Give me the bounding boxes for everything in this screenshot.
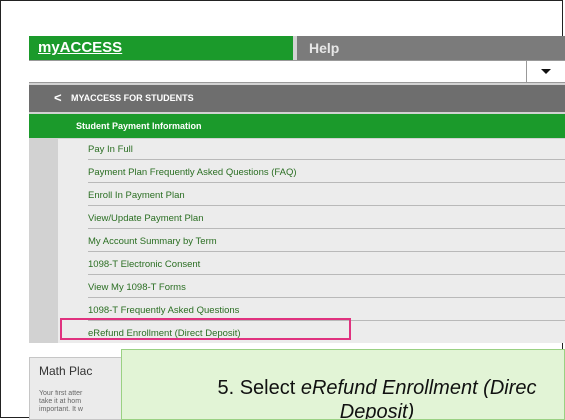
menu-header-label: MYACCESS FOR STUDENTS <box>71 93 194 103</box>
tab-myaccess[interactable]: myACCESS <box>29 36 293 60</box>
menu-item-pay-in-full[interactable]: Pay In Full <box>88 139 565 160</box>
math-placement-line: Your first atter <box>39 390 83 397</box>
instruction-callout-text: 5. Select eRefund Enrollment (Direc Depo… <box>122 376 564 420</box>
myaccess-panel: myACCESS Help < MYACCESS FOR STUDENTS St… <box>29 36 565 343</box>
instruction-prefix: 5. Select <box>217 377 301 399</box>
math-placement-text: Your first atter take it at hom importan… <box>39 390 123 414</box>
menu-header[interactable]: < MYACCESS FOR STUDENTS <box>29 85 565 112</box>
chevron-left-icon[interactable]: < <box>54 85 62 111</box>
instruction-callout: 5. Select eRefund Enrollment (Direc Depo… <box>121 349 565 420</box>
instruction-emphasis: eRefund Enrollment (Direc <box>300 377 537 399</box>
math-placement-line: take it at hom <box>39 398 82 405</box>
math-placement-title: Math Plac <box>39 364 93 378</box>
instruction-line-2: Deposit) <box>122 400 564 420</box>
menu-item-payment-plan-faq[interactable]: Payment Plan Frequently Asked Questions … <box>88 162 565 183</box>
math-placement-line: important. It w <box>39 406 83 413</box>
menu-section-student-payment[interactable]: Student Payment Information <box>29 114 565 138</box>
tab-help[interactable]: Help <box>297 36 565 60</box>
instruction-line2: Deposit) <box>339 401 415 420</box>
tab-bar: myACCESS Help <box>29 36 565 60</box>
instruction-line-1: 5. Select eRefund Enrollment (Direc <box>122 376 564 400</box>
menu-item-enroll-payment-plan[interactable]: Enroll In Payment Plan <box>88 185 565 206</box>
chevron-down-icon <box>541 69 551 74</box>
menu-item-view-1098t-forms[interactable]: View My 1098-T Forms <box>88 277 565 298</box>
erefund-highlight-box <box>60 318 351 340</box>
menu-item-account-summary[interactable]: My Account Summary by Term <box>88 231 565 252</box>
menu-item-1098t-consent[interactable]: 1098-T Electronic Consent <box>88 254 565 275</box>
account-select[interactable] <box>29 60 565 83</box>
menu-item-view-update-plan[interactable]: View/Update Payment Plan <box>88 208 565 229</box>
select-dropdown-button[interactable] <box>526 61 565 82</box>
payment-menu-list: Pay In Full Payment Plan Frequently Aske… <box>58 139 565 343</box>
